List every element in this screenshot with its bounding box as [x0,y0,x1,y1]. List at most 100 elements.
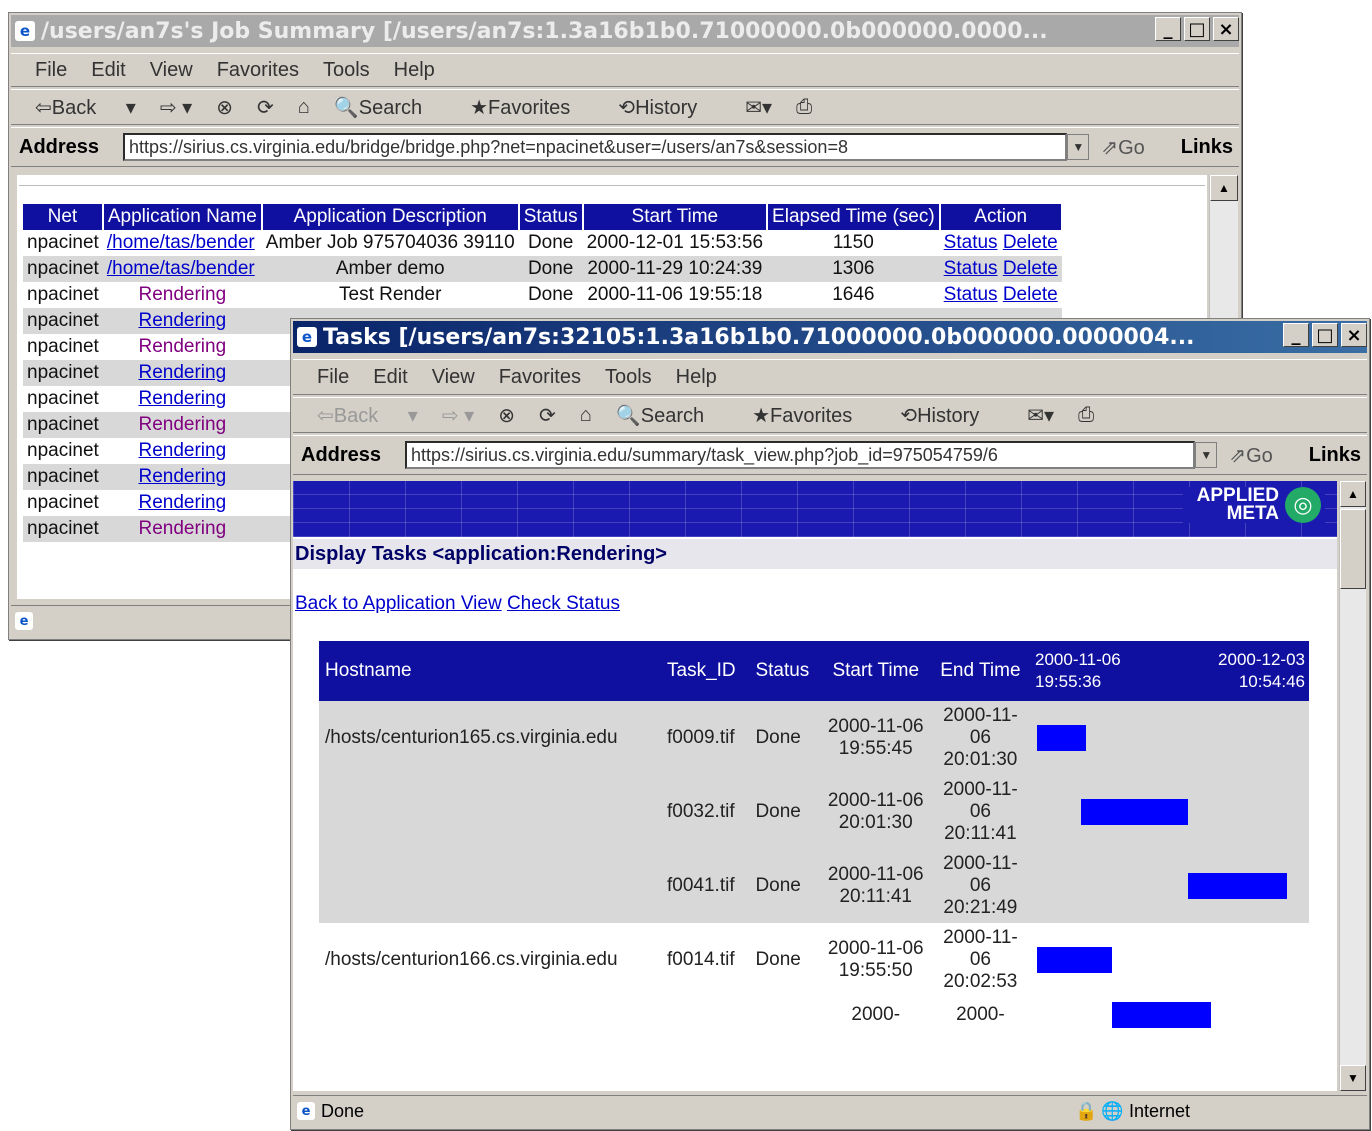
close-button[interactable]: × [1341,323,1367,347]
timeline-cell [1031,849,1309,923]
favorites-button[interactable]: ★Favorites [752,403,876,428]
col-start-time: Start Time [821,641,930,701]
stop-icon[interactable]: ⊗ [216,95,233,120]
app-link[interactable]: Rendering [138,492,226,513]
scroll-up-button[interactable]: ▲ [1340,481,1366,507]
delete-link[interactable]: Delete [1003,232,1058,253]
check-status-link[interactable]: Check Status [507,593,620,614]
desc-cell: Test Render [339,284,442,305]
history-button[interactable]: ⟲History [900,403,1003,428]
scroll-up-button[interactable]: ▲ [1210,175,1238,201]
links-button[interactable]: Links [1181,136,1233,159]
tasks-scrollbar[interactable]: ▲ ▼ [1339,481,1366,1091]
mail-icon[interactable]: ✉▾ [745,95,772,120]
address-input[interactable]: https://sirius.cs.virginia.edu/bridge/br… [123,133,1068,161]
back-button[interactable]: ⇦Back ▾ [317,403,418,428]
app-link[interactable]: Rendering [138,336,226,357]
start-time-cell: 2000-11-06 20:01:30 [821,775,930,849]
menu-help[interactable]: Help [394,59,435,82]
status-text: Done [321,1100,365,1121]
search-button[interactable]: 🔍Search [334,95,446,120]
net-cell: npacinet [23,464,103,490]
go-label: Go [1246,444,1273,467]
ie-icon: e [297,327,317,347]
app-link[interactable]: Rendering [138,284,226,305]
address-text: https://sirius.cs.virginia.edu/summary/t… [411,444,998,465]
status-link[interactable]: Status [944,284,998,305]
app-link[interactable]: Rendering [138,518,226,539]
task-duration-bar [1187,873,1287,899]
print-icon[interactable]: ⎙ [1078,404,1094,427]
timeline-cell [1031,997,1309,1033]
menu-tools[interactable]: Tools [605,366,652,389]
app-link[interactable]: Rendering [138,466,226,487]
menu-view[interactable]: View [150,59,193,82]
ie-page-icon: e [297,1102,315,1120]
history-label: History [917,404,980,427]
address-dropdown[interactable]: ▼ [1067,134,1090,160]
menu-favorites[interactable]: Favorites [217,59,299,82]
menu-edit[interactable]: Edit [373,366,407,389]
stop-icon[interactable]: ⊗ [498,403,515,428]
status-cell: Done [527,284,574,305]
task-id-cell: f0009.tif [661,701,750,775]
scroll-down-button[interactable]: ▼ [1340,1065,1366,1091]
history-button[interactable]: ⟲History [618,95,721,120]
forward-button[interactable]: ⇨ ▾ [160,95,192,120]
scroll-thumb[interactable] [1340,509,1366,589]
back-button[interactable]: ⇦Back ▾ [35,95,136,120]
end-time-cell: 2000-11-06 20:21:49 [929,849,1031,923]
window-title: Tasks [/users/an7s:32105:1.3a16b1b0.7100… [323,324,1195,350]
app-link[interactable]: Rendering [138,362,226,383]
menu-edit[interactable]: Edit [91,59,125,82]
menu-favorites[interactable]: Favorites [499,366,581,389]
search-button[interactable]: 🔍Search [616,403,728,428]
maximize-button[interactable]: □ [1184,17,1210,41]
col-elapsed: Elapsed Time (sec) [767,204,941,230]
app-link[interactable]: /home/tas/bender [107,258,255,279]
delete-link[interactable]: Delete [1003,258,1058,279]
close-button[interactable]: × [1213,17,1239,41]
go-button[interactable]: ⇗Go [1229,443,1296,468]
menu-help[interactable]: Help [676,366,717,389]
home-icon[interactable]: ⌂ [298,96,310,119]
minimize-button[interactable]: _ [1283,323,1309,347]
brand-swirl-icon: ◎ [1285,487,1321,523]
forward-button[interactable]: ⇨ ▾ [442,403,474,428]
col-app-name: Application Name [102,204,263,230]
maximize-button[interactable]: □ [1312,323,1338,347]
menu-view[interactable]: View [432,366,475,389]
address-input[interactable]: https://sirius.cs.virginia.edu/summary/t… [405,441,1196,469]
start-cell: 2000-12-01 15:53:56 [586,232,764,253]
status-link[interactable]: Status [944,232,998,253]
end-time-cell: 2000-11-06 20:11:41 [929,775,1031,849]
menu-tools[interactable]: Tools [323,59,370,82]
minimize-button[interactable]: _ [1155,17,1181,41]
address-bar: Address https://sirius.cs.virginia.edu/b… [11,127,1239,167]
brand-text: APPLIED META [1196,485,1279,524]
home-icon[interactable]: ⌂ [580,404,592,427]
col-app-desc: Application Description [261,204,520,230]
menu-file[interactable]: File [317,366,349,389]
mail-icon[interactable]: ✉▾ [1027,403,1054,428]
menu-file[interactable]: File [35,59,67,82]
favorites-button[interactable]: ★Favorites [470,95,594,120]
go-button[interactable]: ⇗Go [1101,135,1168,160]
app-link[interactable]: Rendering [138,440,226,461]
tasks-titlebar[interactable]: e Tasks [/users/an7s:32105:1.3a16b1b0.71… [293,321,1367,353]
refresh-icon[interactable]: ⟳ [539,403,556,428]
delete-link[interactable]: Delete [1003,284,1058,305]
hostname-cell [319,775,661,849]
hostname-cell [319,997,661,1033]
back-to-app-link[interactable]: Back to Application View [295,593,502,614]
app-link[interactable]: /home/tas/bender [107,232,255,253]
print-icon[interactable]: ⎙ [796,96,812,119]
address-dropdown[interactable]: ▼ [1195,442,1218,468]
app-link[interactable]: Rendering [138,388,226,409]
app-link[interactable]: Rendering [138,414,226,435]
status-link[interactable]: Status [944,258,998,279]
app-link[interactable]: Rendering [138,310,226,331]
refresh-icon[interactable]: ⟳ [257,95,274,120]
links-button[interactable]: Links [1309,444,1361,467]
job-summary-titlebar[interactable]: e /users/an7s's Job Summary [/users/an7s… [11,15,1239,47]
